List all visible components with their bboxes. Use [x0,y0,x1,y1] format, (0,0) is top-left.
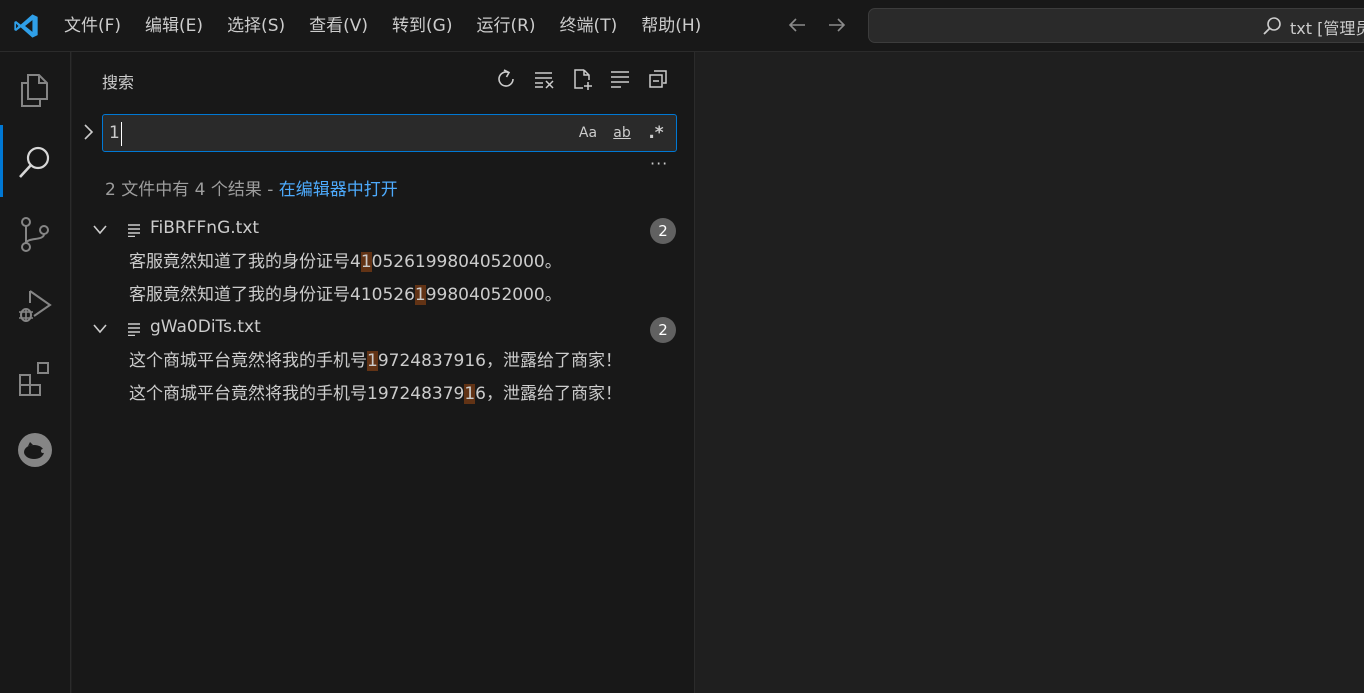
collapse-all-icon [649,70,667,88]
refresh-icon [498,69,514,87]
match-context-after: 0526199804052000。 [371,252,562,272]
source-control-icon [21,217,49,252]
result-match-row[interactable]: 客服竟然知道了我的身份证号410526199804052000。 [129,247,562,277]
match-highlight: 1 [367,351,378,371]
command-center[interactable]: txt [管理员] [868,8,1364,43]
clear-results-button[interactable] [530,66,558,92]
match-context-before: 客服竟然知道了我的身份证号4 [129,252,361,272]
menu-run[interactable]: 运行(R) [464,9,547,43]
match-context-before: 这个商城平台竟然将我的手机号 [129,351,367,371]
result-match-row[interactable]: 这个商城平台竟然将我的手机号19724837916，泄露给了商家！ [129,346,622,376]
menu-edit[interactable]: 编辑(E) [133,9,215,43]
results-summary-text: 2 文件中有 4 个结果 - [105,180,279,200]
search-input[interactable] [109,119,569,147]
more-options-icon[interactable]: ··· [650,154,668,173]
match-highlight: 1 [360,252,372,272]
result-file-row[interactable]: FiBRFFnG.txt 2 [72,215,695,245]
new-search-editor-icon [574,69,592,90]
match-context-before: 客服竟然知道了我的身份证号410526 [129,285,415,305]
extensions-icon [19,362,49,396]
arrow-left-icon[interactable] [786,14,808,36]
search-icon [1263,17,1281,35]
match-context-after: 99804052000。 [425,285,562,305]
activity-run-debug[interactable] [0,270,71,340]
open-in-editor-link[interactable]: 在编辑器中打开 [279,180,398,200]
search-options: Aa ab .* [574,121,670,145]
menu-view[interactable]: 查看(V) [297,9,380,43]
result-match-row[interactable]: 客服竟然知道了我的身份证号410526199804052000。 [129,280,562,310]
search-sidebar: 搜索 1 Aa ab .* ··· 2 文件中有 4 个结果 - 在编辑器中打开… [72,52,695,693]
chevron-down-icon [93,225,107,235]
whole-word-toggle[interactable]: ab [608,121,636,145]
chevron-down-icon [93,324,107,334]
search-box: Aa ab .* [102,114,677,152]
result-file-row[interactable]: gWa0DiTs.txt 2 [72,314,695,344]
match-count-badge: 2 [650,317,676,343]
match-context-before: 这个商城平台竟然将我的手机号197248379 [129,384,465,404]
editor-area[interactable] [696,52,1364,693]
menu-help[interactable]: 帮助(H) [629,9,713,43]
refresh-button[interactable] [492,66,520,92]
clear-results-icon [535,72,554,89]
collapse-all-button[interactable] [644,66,672,92]
piggy-icon [18,433,52,467]
match-highlight: 1 [464,384,476,404]
result-match-row[interactable]: 这个商城平台竟然将我的手机号19724837916，泄露给了商家！ [129,379,622,409]
activity-extensions[interactable] [0,342,71,412]
menu-file[interactable]: 文件(F) [52,9,133,43]
menu-terminal[interactable]: 终端(T) [548,9,630,43]
text-caret [121,122,122,146]
text-file-icon [128,224,140,237]
menu-bar: 文件(F) 编辑(E) 选择(S) 查看(V) 转到(G) 运行(R) 终端(T… [52,0,713,52]
result-file-name: gWa0DiTs.txt [150,317,261,337]
menu-selection[interactable]: 选择(S) [215,9,297,43]
activity-piggy[interactable] [0,414,71,484]
text-file-icon [128,323,140,336]
match-context-after: 9724837916，泄露给了商家！ [377,351,622,371]
run-debug-icon [19,290,52,322]
results-summary: 2 文件中有 4 个结果 - 在编辑器中打开 [105,175,398,200]
match-case-toggle[interactable]: Aa [574,121,602,145]
title-bar: 文件(F) 编辑(E) 选择(S) 查看(V) 转到(G) 运行(R) 终端(T… [0,0,1364,52]
view-as-tree-icon [611,71,629,88]
match-highlight: 1 [414,285,426,305]
explorer-icon [21,74,48,107]
chevron-right-icon[interactable] [82,123,94,141]
sidebar-actions [492,66,672,92]
match-context-after: 6，泄露给了商家！ [475,384,622,404]
vscode-logo-icon[interactable] [12,12,40,40]
regex-toggle[interactable]: .* [642,121,670,145]
result-file-name: FiBRFFnG.txt [150,218,260,238]
activity-explorer[interactable] [0,54,71,124]
match-count-badge: 2 [650,218,676,244]
command-center-label: txt [管理员] [1290,19,1364,38]
activity-source-control[interactable] [0,198,71,268]
view-as-tree-button[interactable] [606,66,634,92]
new-search-editor-button[interactable] [568,66,596,92]
activity-search[interactable] [0,126,71,196]
arrow-right-icon[interactable] [826,14,848,36]
search-icon [19,146,50,178]
sidebar-title: 搜索 [102,73,135,92]
activity-bar [0,52,71,693]
menu-go[interactable]: 转到(G) [380,9,464,43]
